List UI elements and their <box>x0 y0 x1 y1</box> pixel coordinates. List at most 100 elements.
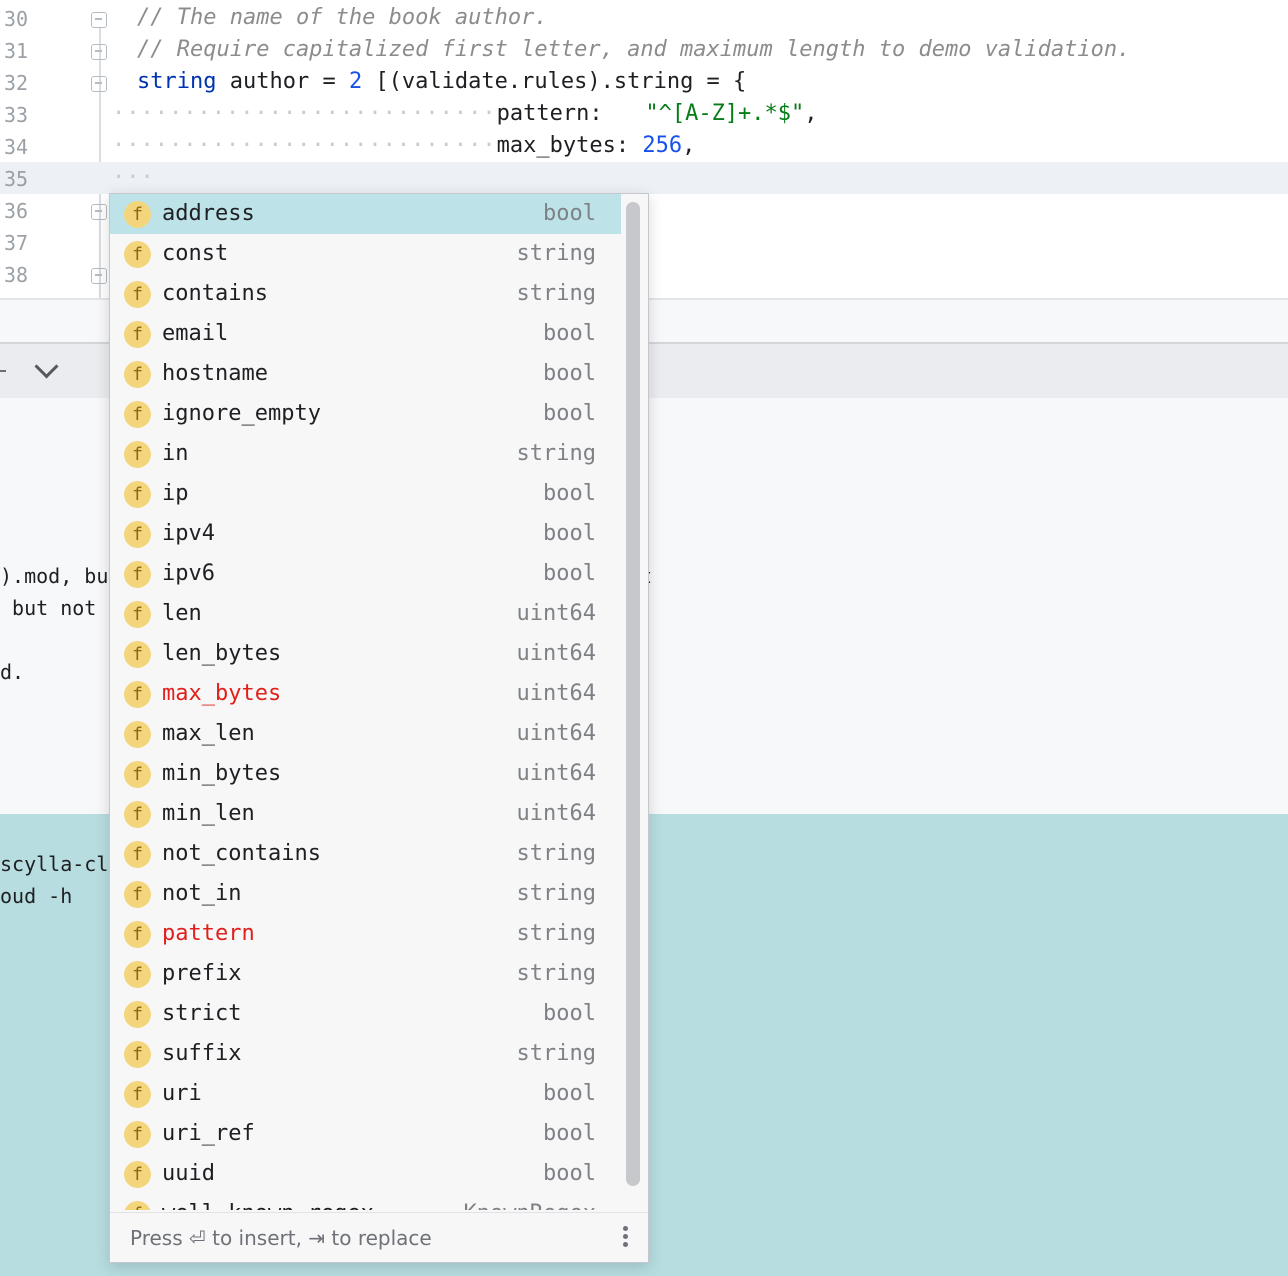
completion-item-uri-ref[interactable]: f uri_ref bool <box>110 1114 621 1154</box>
completion-item-name: max_len <box>162 721 255 746</box>
completion-item-email[interactable]: f email bool <box>110 314 621 354</box>
completion-item-name: suffix <box>162 1041 242 1066</box>
line-number: 36 <box>4 199 29 223</box>
completion-item-ignore-empty[interactable]: f ignore_empty bool <box>110 394 621 434</box>
field-icon: f <box>124 321 151 348</box>
completion-item-not-contains[interactable]: f not_contains string <box>110 834 621 874</box>
chevron-down-icon[interactable] <box>34 354 59 379</box>
field-key: max_bytes: <box>496 133 643 158</box>
more-options-icon[interactable] <box>623 1226 631 1252</box>
fold-icon[interactable] <box>91 76 107 92</box>
completion-item-len-bytes[interactable]: f len_bytes uint64 <box>110 634 621 674</box>
field-icon: f <box>124 201 151 228</box>
completion-item-name: ignore_empty <box>162 401 321 426</box>
field-icon: f <box>124 241 151 268</box>
completion-item-type: bool <box>543 321 596 346</box>
completion-item-name: strict <box>162 1001 242 1026</box>
indent-dots: ··························· <box>112 133 497 158</box>
line-number: 38 <box>4 263 29 287</box>
completion-item-well-known-regex[interactable]: f well_known_regex KnownRegex <box>110 1194 621 1210</box>
field-icon: f <box>124 921 151 948</box>
fold-icon[interactable] <box>91 44 107 60</box>
completion-item-min-len[interactable]: f min_len uint64 <box>110 794 621 834</box>
completion-item-type: uint64 <box>516 681 596 706</box>
fold-icon[interactable] <box>91 268 107 284</box>
completion-item-ipv4[interactable]: f ipv4 bool <box>110 514 621 554</box>
code-line-31[interactable]: 31 // Require capitalized first letter, … <box>0 34 1288 66</box>
completion-item-name: uuid <box>162 1161 215 1186</box>
completion-item-uri[interactable]: f uri bool <box>110 1074 621 1114</box>
completion-item-uuid[interactable]: f uuid bool <box>110 1154 621 1194</box>
output-line: d. <box>0 660 25 684</box>
scrollbar-thumb[interactable] <box>626 202 640 1186</box>
completion-item-name: pattern <box>162 921 255 946</box>
completion-item-contains[interactable]: f contains string <box>110 274 621 314</box>
completion-item-type: bool <box>543 561 596 586</box>
completion-item-in[interactable]: f in string <box>110 434 621 474</box>
completion-item-ipv6[interactable]: f ipv6 bool <box>110 554 621 594</box>
completion-item-name: uri <box>162 1081 202 1106</box>
field-icon: f <box>124 361 151 388</box>
completion-popup[interactable]: f address bool f const string f contains string f… <box>109 193 649 1263</box>
line-number: 30 <box>4 7 29 31</box>
completion-item-suffix[interactable]: f suffix string <box>110 1034 621 1074</box>
completion-item-pattern[interactable]: f pattern string <box>110 914 621 954</box>
completion-item-max-len[interactable]: f max_len uint64 <box>110 714 621 754</box>
code-fragment: , <box>682 133 696 158</box>
indent-dots: ··· <box>112 165 155 190</box>
fold-icon[interactable] <box>91 12 107 28</box>
completion-item-name: ipv6 <box>162 561 215 586</box>
code-line-32[interactable]: 32 string author = 2 [(validate.rules).s… <box>0 66 1288 98</box>
code-comment: // The name of the book author. <box>137 5 548 30</box>
code-line-30[interactable]: 30 // The name of the book author. <box>0 2 1288 34</box>
field-icon: f <box>124 1201 151 1210</box>
completion-item-min-bytes[interactable]: f min_bytes uint64 <box>110 754 621 794</box>
completion-item-type: uint64 <box>516 601 596 626</box>
indent-dots <box>603 101 646 126</box>
completion-item-ip[interactable]: f ip bool <box>110 474 621 514</box>
line-number: 35 <box>4 167 29 191</box>
field-icon: f <box>124 881 151 908</box>
completion-item-type: string <box>516 1041 596 1066</box>
completion-item-type: bool <box>543 1001 596 1026</box>
completion-item-type: bool <box>543 521 596 546</box>
field-icon: f <box>124 441 151 468</box>
completion-list[interactable]: f address bool f const string f contains string f… <box>110 194 621 1210</box>
field-icon: f <box>124 561 151 588</box>
completion-item-name: address <box>162 201 255 226</box>
line-number: 37 <box>4 231 29 255</box>
code-line-35-current[interactable]: 35 ··· <box>0 162 1288 194</box>
number-literal: 256 <box>642 133 683 158</box>
completion-item-name: prefix <box>162 961 242 986</box>
fold-icon[interactable] <box>91 204 107 220</box>
code-line-34[interactable]: 34 ···························max_bytes:… <box>0 130 1288 162</box>
field-icon: f <box>124 1081 151 1108</box>
line-number: 34 <box>4 135 29 159</box>
field-icon: f <box>124 601 151 628</box>
field-icon: f <box>124 281 151 308</box>
minimize-icon[interactable] <box>0 370 6 372</box>
completion-item-name: contains <box>162 281 268 306</box>
field-icon: f <box>124 961 151 988</box>
completion-item-prefix[interactable]: f prefix string <box>110 954 621 994</box>
completion-item-type: bool <box>543 1081 596 1106</box>
code-line-33[interactable]: 33 ···························pattern: "… <box>0 98 1288 130</box>
completion-item-hostname[interactable]: f hostname bool <box>110 354 621 394</box>
completion-item-strict[interactable]: f strict bool <box>110 994 621 1034</box>
completion-item-address[interactable]: f address bool <box>110 194 621 234</box>
output-line: but not m <box>0 596 121 620</box>
completion-item-not-in[interactable]: f not_in string <box>110 874 621 914</box>
completion-item-name: email <box>162 321 229 346</box>
completion-item-type: string <box>516 881 596 906</box>
completion-item-name: uri_ref <box>162 1121 255 1146</box>
completion-item-max-bytes[interactable]: f max_bytes uint64 <box>110 674 621 714</box>
completion-item-len[interactable]: f len uint64 <box>110 594 621 634</box>
completion-item-const[interactable]: f const string <box>110 234 621 274</box>
completion-item-type: uint64 <box>516 761 596 786</box>
field-icon: f <box>124 761 151 788</box>
field-icon: f <box>124 681 151 708</box>
code-fragment: [(validate.rules).string = { <box>362 69 747 94</box>
completion-item-type: bool <box>543 481 596 506</box>
number-literal: 2 <box>348 69 363 94</box>
completion-item-type: bool <box>543 361 596 386</box>
